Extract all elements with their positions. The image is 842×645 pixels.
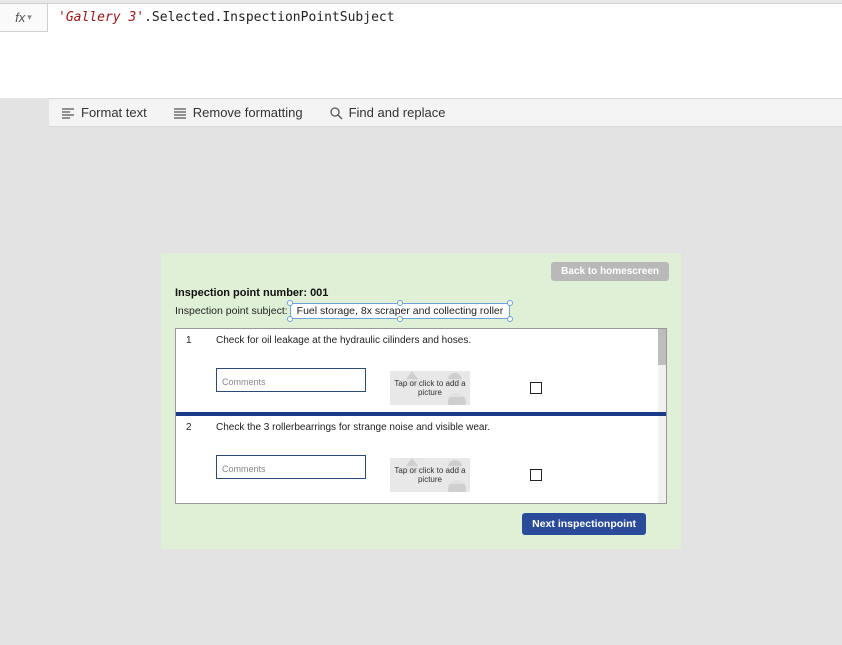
row-number: 2 — [186, 422, 198, 497]
find-replace-label: Find and replace — [349, 105, 446, 120]
formula-input[interactable]: 'Gallery 3'.Selected.InspectionPointSubj… — [48, 4, 842, 31]
resize-handle-icon[interactable] — [287, 300, 293, 306]
find-replace-button[interactable]: Find and replace — [329, 105, 446, 120]
fx-label: fx — [15, 10, 25, 25]
inspection-gallery[interactable]: 1 Check for oil leakage at the hydraulic… — [175, 328, 667, 504]
remove-format-icon — [173, 106, 187, 120]
chevron-down-icon: ▾ — [27, 12, 32, 23]
format-text-label: Format text — [81, 105, 147, 120]
formula-bar: fx ▾ 'Gallery 3'.Selected.InspectionPoin… — [0, 4, 842, 98]
inspection-point-subject-row: Inspection point subject: Fuel storage, … — [175, 303, 667, 319]
format-text-button[interactable]: Format text — [61, 105, 147, 120]
remove-formatting-label: Remove formatting — [193, 105, 303, 120]
ipn-label: Inspection point number: — [175, 287, 307, 299]
search-icon — [329, 106, 343, 120]
next-inspectionpoint-button[interactable]: Next inspectionpoint — [522, 513, 646, 535]
app-preview-screen: Back to homescreen Inspection point numb… — [161, 253, 681, 549]
resize-handle-icon[interactable] — [287, 316, 293, 322]
formula-toolbar: Format text Remove formatting Find and r… — [49, 98, 842, 127]
formula-remainder: .Selected.InspectionPointSubject — [144, 10, 394, 25]
remove-formatting-button[interactable]: Remove formatting — [173, 105, 303, 120]
back-to-homescreen-button[interactable]: Back to homescreen — [551, 262, 669, 281]
resize-handle-icon[interactable] — [397, 300, 403, 306]
row-number: 1 — [186, 335, 198, 406]
row-instruction: Check for oil leakage at the hydraulic c… — [216, 335, 656, 346]
gallery-row[interactable]: 2 Check the 3 rollerbearrings for strang… — [176, 416, 666, 503]
comments-input[interactable]: Comments — [216, 455, 366, 479]
row-instruction: Check the 3 rollerbearrings for strange … — [216, 422, 656, 433]
resize-handle-icon[interactable] — [507, 316, 513, 322]
row-checkbox[interactable] — [530, 469, 542, 481]
add-picture-label: Tap or click to add a picture — [390, 379, 470, 397]
design-canvas[interactable]: Back to homescreen Inspection point numb… — [0, 127, 842, 549]
add-picture-label: Tap or click to add a picture — [390, 466, 470, 484]
add-picture-control[interactable]: Tap or click to add a picture — [390, 458, 470, 492]
selected-subject-control[interactable]: Fuel storage, 8x scraper and collecting … — [290, 303, 511, 319]
add-picture-control[interactable]: Tap or click to add a picture — [390, 371, 470, 405]
inspection-point-number: Inspection point number: 001 — [175, 287, 667, 299]
formula-string-literal: 'Gallery 3' — [58, 10, 144, 25]
comments-input[interactable]: Comments — [216, 368, 366, 392]
resize-handle-icon[interactable] — [397, 316, 403, 322]
ipn-value: 001 — [310, 287, 328, 299]
row-checkbox[interactable] — [530, 382, 542, 394]
subject-label: Inspection point subject: — [175, 305, 288, 317]
comments-placeholder: Comments — [222, 464, 266, 474]
comments-placeholder: Comments — [222, 377, 266, 387]
resize-handle-icon[interactable] — [507, 300, 513, 306]
align-left-icon — [61, 106, 75, 120]
fx-dropdown-button[interactable]: fx ▾ — [0, 4, 48, 32]
gallery-row[interactable]: 1 Check for oil leakage at the hydraulic… — [176, 329, 666, 416]
